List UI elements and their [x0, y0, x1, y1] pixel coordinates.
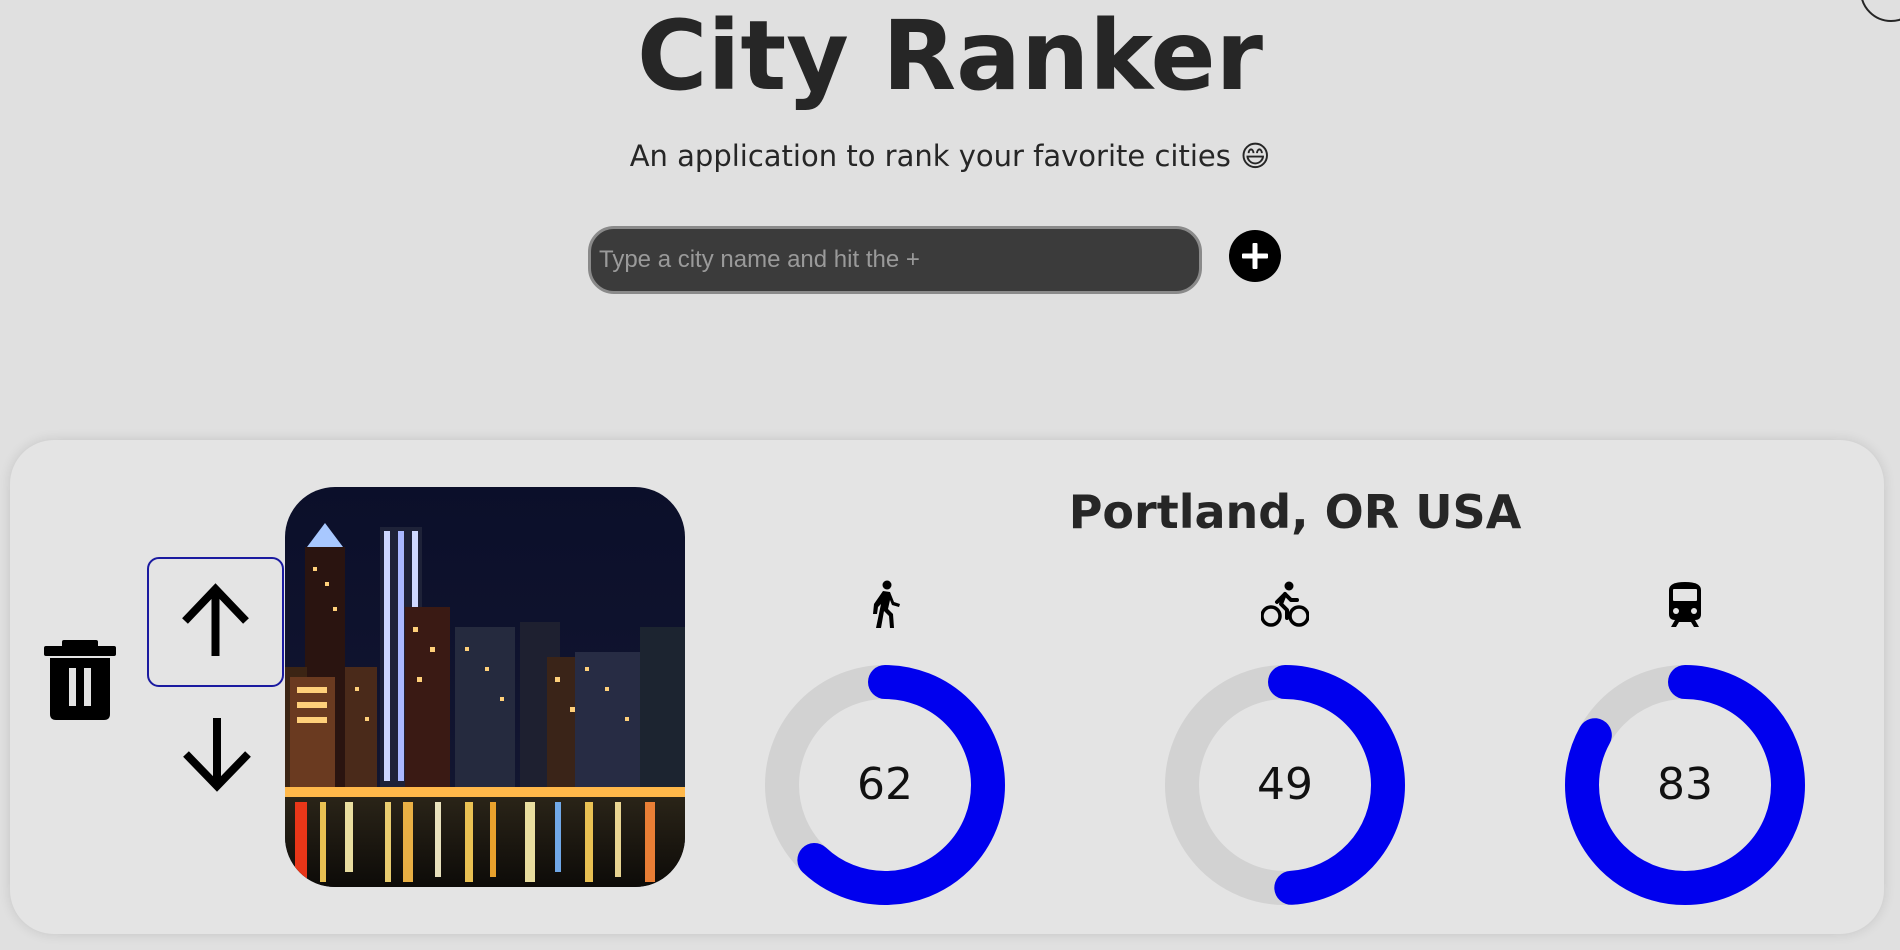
- city-name: Portland, OR USA: [1068, 485, 1522, 539]
- app-title: City Ranker: [636, 0, 1263, 112]
- city-ranker-page: City Ranker An application to rank your …: [0, 0, 1900, 950]
- bike-score-value: 49: [1257, 759, 1313, 810]
- train-icon: [1669, 582, 1701, 627]
- trash-icon: [44, 640, 116, 720]
- move-down-button[interactable]: [180, 702, 254, 814]
- transit-score-value: 83: [1657, 759, 1713, 810]
- plus-circle-icon: [1242, 243, 1268, 269]
- walk-score-metric: 62: [765, 580, 1005, 910]
- walking-icon: [873, 580, 900, 628]
- city-search-input[interactable]: [588, 226, 1202, 294]
- app-subtitle: An application to rank your favorite cit…: [629, 139, 1271, 173]
- bicycle-icon: [1261, 581, 1309, 627]
- bike-score-metric: 49: [1165, 580, 1405, 910]
- arrow-down-icon: [183, 718, 251, 792]
- delete-city-button[interactable]: [40, 638, 120, 722]
- city-photo: [285, 487, 685, 887]
- arrow-up-icon: [182, 583, 249, 656]
- move-up-button[interactable]: [147, 557, 284, 687]
- add-city-button[interactable]: [1229, 230, 1281, 282]
- transit-score-metric: 83: [1565, 580, 1805, 910]
- walk-score-value: 62: [857, 759, 913, 810]
- city-card: Portland, OR USA 62 49 83: [10, 440, 1884, 934]
